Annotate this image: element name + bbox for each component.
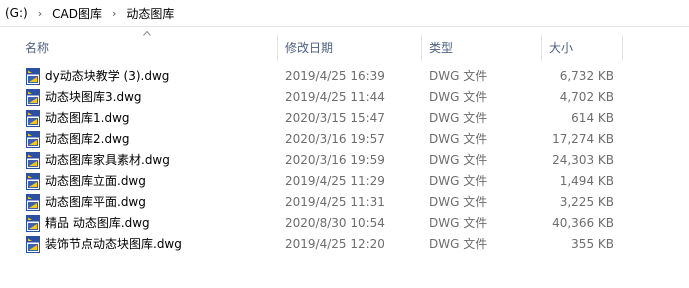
breadcrumb-cad-library[interactable]: CAD图库 [49, 5, 105, 22]
file-row[interactable]: 精品 动态图库.dwg 2020/8/30 10:54 DWG 文件 40,366 K… [0, 213, 689, 234]
dwg-file-icon [26, 131, 40, 148]
file-row[interactable]: 动态图库1.dwg 2020/3/15 15:47 DWG 文件 614 KB [0, 108, 689, 129]
file-type: DWG 文件 [429, 69, 488, 83]
column-size[interactable]: 大小 [549, 37, 573, 59]
file-type: DWG 文件 [429, 216, 488, 230]
file-size: 17,274 KB [552, 132, 614, 146]
file-name: 动态图库2.dwg [45, 132, 130, 146]
file-type: DWG 文件 [429, 237, 488, 251]
file-type: DWG 文件 [429, 174, 488, 188]
file-row[interactable]: 动态图库家具素材.dwg 2020/3/16 19:59 DWG 文件 24,303 … [0, 150, 689, 171]
file-date-modified: 2020/3/16 19:59 [285, 153, 385, 167]
dwg-file-icon [26, 89, 40, 106]
file-row[interactable]: 动态块图库3.dwg 2019/4/25 11:44 DWG 文件 4,702 KB [0, 87, 689, 108]
file-list: dy动态块教学 (3).dwg 2019/4/25 16:39 DWG 文件 6,73… [0, 66, 689, 255]
dwg-file-icon [26, 68, 40, 85]
file-name: 动态图库立面.dwg [45, 174, 146, 188]
file-name: 精品 动态图库.dwg [45, 216, 150, 230]
file-type: DWG 文件 [429, 90, 488, 104]
file-name: 动态图库1.dwg [45, 111, 130, 125]
file-name: 动态图库平面.dwg [45, 195, 146, 209]
dwg-file-icon [26, 215, 40, 232]
file-name: 动态图库家具素材.dwg [45, 153, 170, 167]
file-date-modified: 2019/4/25 12:20 [285, 237, 385, 251]
file-name: 动态块图库3.dwg [45, 90, 142, 104]
file-date-modified: 2020/3/15 15:47 [285, 111, 385, 125]
column-date-modified[interactable]: 修改日期 [285, 37, 333, 59]
file-row[interactable]: 动态图库2.dwg 2020/3/16 19:57 DWG 文件 17,274 KB [0, 129, 689, 150]
file-size: 1,494 KB [559, 174, 614, 188]
column-type[interactable]: 类型 [429, 37, 453, 59]
file-size: 6,732 KB [559, 69, 614, 83]
file-size: 355 KB [571, 237, 614, 251]
file-date-modified: 2019/4/25 11:31 [285, 195, 385, 209]
file-row[interactable]: 动态图库立面.dwg 2019/4/25 11:29 DWG 文件 1,494 KB [0, 171, 689, 192]
file-type: DWG 文件 [429, 195, 488, 209]
breadcrumb-dynamic-library[interactable]: 动态图库 [123, 5, 177, 22]
file-date-modified: 2019/4/25 11:29 [285, 174, 385, 188]
file-row[interactable]: dy动态块教学 (3).dwg 2019/4/25 16:39 DWG 文件 6,73… [0, 66, 689, 87]
column-name[interactable]: 名称 [25, 37, 49, 59]
dwg-file-icon [26, 110, 40, 127]
address-bar[interactable]: (G:) › CAD图库 › 动态图库 [0, 0, 689, 27]
column-header: 名称 修改日期 类型 大小 [0, 27, 689, 62]
file-size: 4,702 KB [559, 90, 614, 104]
chevron-right-icon[interactable]: › [105, 7, 123, 20]
file-type: DWG 文件 [429, 132, 488, 146]
dwg-file-icon [26, 194, 40, 211]
file-size: 614 KB [571, 111, 614, 125]
column-divider[interactable] [421, 35, 422, 61]
file-row[interactable]: 动态图库平面.dwg 2019/4/25 11:31 DWG 文件 3,225 KB [0, 192, 689, 213]
breadcrumb-drive[interactable]: (G:) [2, 6, 31, 20]
file-name: 装饰节点动态块图库.dwg [45, 237, 182, 251]
file-size: 3,225 KB [559, 195, 614, 209]
file-date-modified: 2019/4/25 11:44 [285, 90, 385, 104]
file-date-modified: 2020/8/30 10:54 [285, 216, 385, 230]
file-type: DWG 文件 [429, 111, 488, 125]
dwg-file-icon [26, 236, 40, 253]
dwg-file-icon [26, 173, 40, 190]
file-type: DWG 文件 [429, 153, 488, 167]
file-date-modified: 2019/4/25 16:39 [285, 69, 385, 83]
file-date-modified: 2020/3/16 19:57 [285, 132, 385, 146]
column-divider[interactable] [622, 35, 623, 61]
chevron-right-icon[interactable]: › [31, 7, 49, 20]
file-size: 24,303 KB [552, 153, 614, 167]
file-name: dy动态块教学 (3).dwg [45, 69, 170, 83]
sort-ascending-icon [143, 30, 151, 36]
column-divider[interactable] [277, 35, 278, 61]
file-size: 40,366 KB [552, 216, 614, 230]
dwg-file-icon [26, 152, 40, 169]
column-divider[interactable] [541, 35, 542, 61]
file-explorer-window: (G:) › CAD图库 › 动态图库 名称 修改日期 类型 大小 dy动态块教… [0, 0, 689, 288]
file-row[interactable]: 装饰节点动态块图库.dwg 2019/4/25 12:20 DWG 文件 355 KB [0, 234, 689, 255]
